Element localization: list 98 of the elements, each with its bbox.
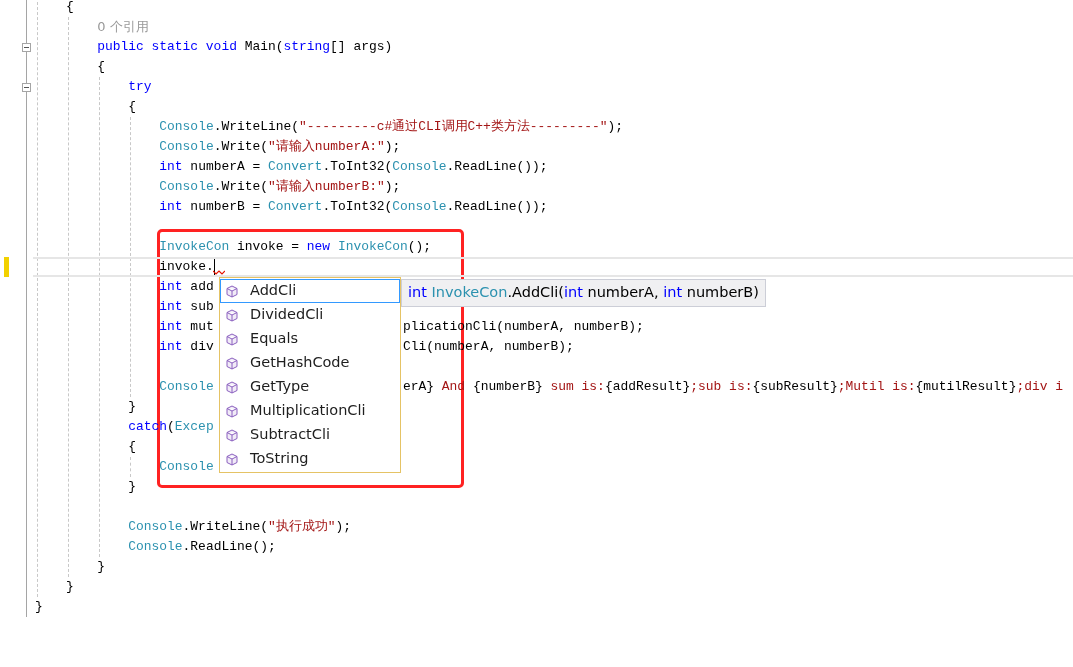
- code-text: .WriteLine(: [182, 518, 268, 537]
- code-text: {: [66, 0, 74, 17]
- code-text: }: [97, 558, 105, 577]
- collapse-toggle-icon[interactable]: [22, 82, 31, 92]
- cube-icon: [226, 284, 238, 298]
- code-text: );: [335, 518, 352, 537]
- completion-item[interactable]: ToString: [220, 447, 400, 471]
- string-literal-text: "请输入numberA:": [268, 138, 385, 157]
- code-text: {mutilResult}: [915, 379, 1017, 395]
- type-name-text: Excep: [174, 418, 214, 437]
- code-text: {: [128, 98, 136, 117]
- keyword-text: int: [408, 284, 427, 300]
- type-name-text: InvokeCon: [430, 284, 508, 300]
- completion-item[interactable]: MultiplicationCli: [220, 399, 400, 423]
- code-text: numberB =: [189, 198, 262, 217]
- type-name-text: Console: [159, 118, 214, 137]
- code-text: .ReadLine());: [446, 198, 548, 217]
- code-text: );: [384, 138, 401, 157]
- type-name-text: Console: [128, 518, 183, 537]
- code-text: );: [384, 178, 401, 197]
- code-text: {addResult}: [604, 379, 691, 395]
- cube-icon: [226, 452, 238, 466]
- code-text: numberA,: [586, 284, 660, 300]
- cube-icon: [226, 380, 238, 394]
- type-name-text: Console: [392, 158, 447, 177]
- code-text: invoke =: [235, 238, 301, 257]
- type-name-text: Convert: [268, 158, 323, 177]
- code-text: add: [189, 278, 214, 297]
- keyword-text: int: [159, 278, 183, 297]
- code-text: (: [167, 418, 175, 437]
- keyword-text: int: [663, 284, 683, 300]
- type-name-text: Console: [128, 538, 183, 557]
- completion-item[interactable]: GetHashCode: [220, 351, 400, 375]
- type-name-text: Console: [159, 378, 214, 397]
- keyword-text: int: [159, 338, 183, 357]
- type-name-text: InvokeCon: [159, 238, 230, 257]
- string-literal-text: ;div i: [1016, 379, 1063, 395]
- completion-item[interactable]: Equals: [220, 327, 400, 351]
- keyword-text: string: [283, 38, 331, 57]
- code-text: }: [66, 578, 74, 597]
- cube-icon: [226, 332, 238, 346]
- code-text: {numberB}: [472, 379, 543, 395]
- completion-item[interactable]: DividedCli: [220, 303, 400, 327]
- code-text: numberA =: [189, 158, 262, 177]
- type-name-text: Console: [392, 198, 447, 217]
- code-text: .ReadLine();: [182, 538, 276, 557]
- keyword-text: int: [159, 298, 183, 317]
- keyword-text: int: [159, 198, 183, 217]
- code-text: numberB): [685, 284, 759, 300]
- cube-icon: [226, 356, 238, 370]
- code-text: ();: [407, 238, 432, 257]
- keyword-text: int: [159, 158, 183, 177]
- code-text: erA}: [403, 379, 435, 395]
- string-literal-text: "请输入numberB:": [268, 178, 385, 197]
- code-text: {: [97, 58, 105, 77]
- type-name-text: Console: [159, 178, 214, 197]
- completion-item[interactable]: AddCli: [220, 279, 400, 303]
- type-name-text: Console: [159, 458, 214, 477]
- code-text: div: [189, 338, 214, 357]
- indent-guide: [130, 457, 132, 477]
- keyword-text: int: [563, 284, 583, 300]
- collapse-toggle-icon[interactable]: [22, 42, 31, 52]
- cube-icon: [226, 428, 238, 442]
- completion-item[interactable]: GetType: [220, 375, 400, 399]
- reference-count-text: 0 个引用: [97, 18, 149, 37]
- keyword-text: try: [128, 78, 152, 97]
- completion-item[interactable]: SubtractCli: [220, 423, 400, 447]
- code-text: [] args): [330, 38, 393, 57]
- code-text: .ToInt32(: [322, 198, 393, 217]
- string-literal-text: "执行成功": [268, 518, 336, 537]
- code-text: }: [128, 478, 136, 497]
- code-text: Main(: [243, 38, 284, 57]
- type-name-text: Convert: [268, 198, 323, 217]
- cube-icon: [226, 404, 238, 418]
- code-text: .ReadLine());: [446, 158, 548, 177]
- code-text: .Write(: [213, 138, 269, 157]
- string-literal-text: ;sub is:: [690, 379, 753, 395]
- keyword-text: new: [306, 238, 331, 257]
- code-text: {: [128, 438, 136, 457]
- code-text: invoke.: [159, 258, 214, 277]
- type-name-text: Console: [159, 138, 214, 157]
- type-name-text: InvokeCon: [336, 238, 408, 257]
- code-text: .AddCli(: [507, 284, 564, 300]
- string-literal-text: sum is:: [549, 379, 605, 395]
- code-text: .Write(: [213, 178, 269, 197]
- code-text: mut: [189, 318, 214, 337]
- code-text: }: [35, 598, 43, 617]
- code-text: .WriteLine(: [213, 118, 300, 137]
- code-text: }: [128, 398, 136, 417]
- keyword-text: public static void: [97, 38, 237, 57]
- cube-icon: [226, 308, 238, 322]
- keyword-text: int: [159, 318, 183, 337]
- string-literal-text: "---------c#通过CLI调用C++类方法---------": [299, 118, 608, 137]
- code-text: .ToInt32(: [322, 158, 393, 177]
- code-text: {subResult}: [752, 379, 838, 395]
- code-text: );: [607, 118, 623, 137]
- code-text: sub: [189, 298, 214, 317]
- string-literal-text: ;Mutil is:: [837, 379, 916, 395]
